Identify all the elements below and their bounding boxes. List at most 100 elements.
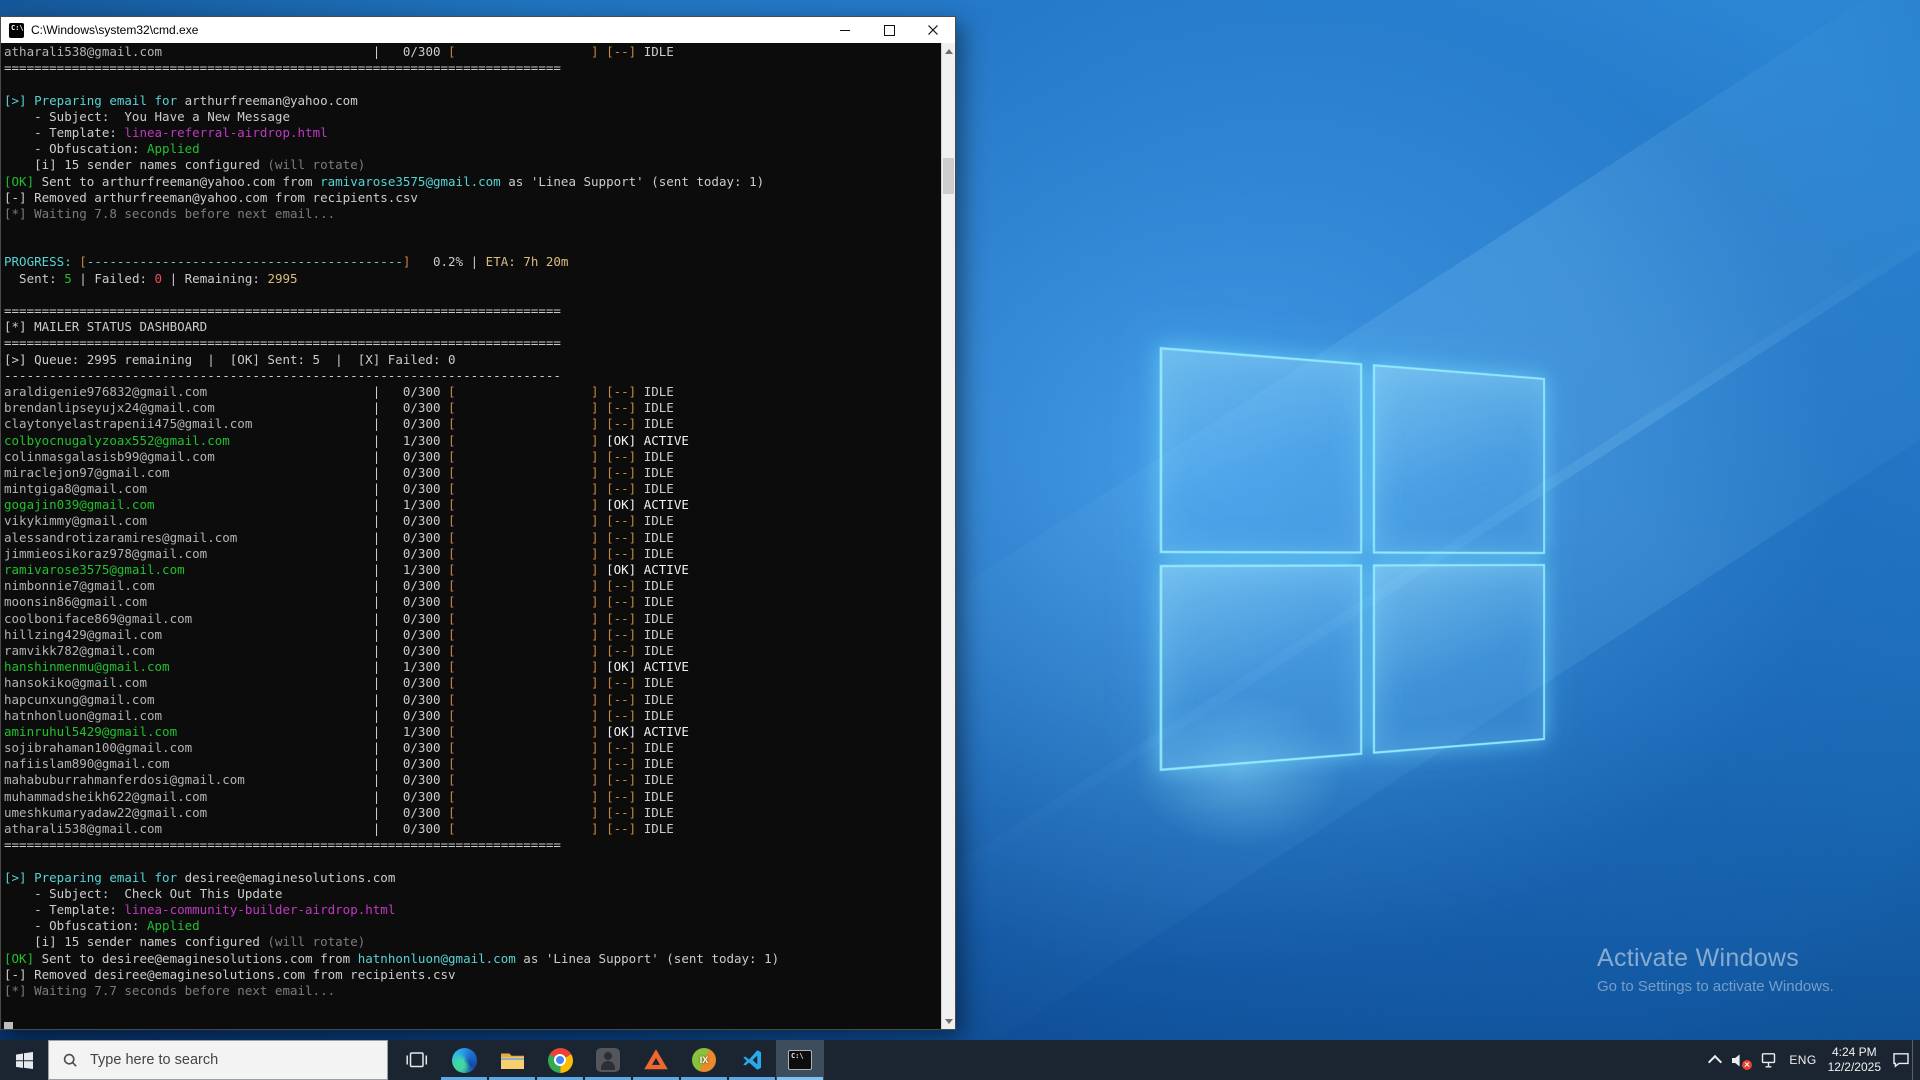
terminal-line <box>4 238 941 254</box>
action-center-button[interactable] <box>1892 1052 1910 1068</box>
terminal-line: alessandrotizaramires@gmail.com | 0/300 … <box>4 530 941 546</box>
terminal-line: mahabuburrahmanferdosi@gmail.com | 0/300… <box>4 772 941 788</box>
terminal-line: ========================================… <box>4 837 941 853</box>
terminal-line: moonsin86@gmail.com | 0/300 [ ] [--] IDL… <box>4 594 941 610</box>
taskbar-item-chrome[interactable] <box>536 1040 584 1080</box>
search-input[interactable]: Type here to search <box>48 1040 388 1080</box>
terminal-line: nafiislam890@gmail.com | 0/300 [ ] [--] … <box>4 756 941 772</box>
maximize-icon <box>884 25 895 36</box>
taskbar-item-cmd-active[interactable]: C:\ <box>776 1040 824 1080</box>
terminal-line: sojibrahaman100@gmail.com | 0/300 [ ] [-… <box>4 740 941 756</box>
windows-logo-pane <box>1160 347 1363 554</box>
terminal-line <box>4 222 941 238</box>
taskbar-item-ix-app[interactable]: IX <box>680 1040 728 1080</box>
taskbar-item-vscode[interactable] <box>728 1040 776 1080</box>
show-desktop-button[interactable] <box>1912 1040 1920 1080</box>
terminal-line: [*] Waiting 7.8 seconds before next emai… <box>4 206 941 222</box>
activate-windows-watermark: Activate Windows Go to Settings to activ… <box>1597 944 1834 995</box>
taskbar-item-file-explorer[interactable] <box>488 1040 536 1080</box>
language-indicator[interactable]: ENG <box>1789 1053 1816 1067</box>
scroll-up-icon <box>945 49 953 54</box>
network-icon <box>1759 1052 1778 1069</box>
terminal-line: ramvikk782@gmail.com | 0/300 [ ] [--] ID… <box>4 643 941 659</box>
terminal-line: ========================================… <box>4 60 941 76</box>
search-placeholder: Type here to search <box>90 1052 218 1068</box>
taskbar: Type here to search <box>0 1040 1920 1080</box>
vscode-icon <box>740 1048 764 1072</box>
start-button[interactable] <box>0 1040 48 1080</box>
terminal-line: colbyocnugalyzoax552@gmail.com | 1/300 [… <box>4 433 941 449</box>
title-bar[interactable]: C:\ C:\Windows\system32\cmd.exe <box>1 17 955 43</box>
terminal-line: nimbonnie7@gmail.com | 0/300 [ ] [--] ID… <box>4 578 941 594</box>
terminal-line: PROGRESS: [-----------------------------… <box>4 254 941 270</box>
terminal-line: - Obfuscation: Applied <box>4 141 941 157</box>
windows-logo-pane <box>1373 564 1545 754</box>
terminal-line: - Obfuscation: Applied <box>4 918 941 934</box>
terminal-line: hanshinmenmu@gmail.com | 1/300 [ ] [OK] … <box>4 659 941 675</box>
terminal-output[interactable]: atharali538@gmail.com | 0/300 [ ] [--] I… <box>1 43 941 1029</box>
hidden-icons-chevron[interactable] <box>1710 1054 1720 1067</box>
terminal-line: coolboniface869@gmail.com | 0/300 [ ] [-… <box>4 611 941 627</box>
terminal-line: hatnhonluon@gmail.com | 0/300 [ ] [--] I… <box>4 708 941 724</box>
clock-time: 4:24 PM <box>1828 1045 1881 1060</box>
taskbar-item-dark-privacy-app[interactable] <box>584 1040 632 1080</box>
terminal-line: ========================================… <box>4 335 941 351</box>
scroll-down-button[interactable] <box>942 1014 955 1028</box>
orange-triangle-icon <box>644 1049 669 1072</box>
terminal-line: [i] 15 sender names configured (will rot… <box>4 934 941 950</box>
terminal-line: hapcunxung@gmail.com | 0/300 [ ] [--] ID… <box>4 692 941 708</box>
action-center-icon <box>1892 1052 1910 1068</box>
maximize-button[interactable] <box>867 17 911 43</box>
windows-logo-pane <box>1373 364 1545 554</box>
terminal-line: [-] Removed arthurfreeman@yahoo.com from… <box>4 190 941 206</box>
terminal-line: [>] Preparing email for desiree@emagines… <box>4 870 941 886</box>
windows-start-icon <box>16 1052 33 1069</box>
terminal-line: ramivarose3575@gmail.com | 1/300 [ ] [OK… <box>4 562 941 578</box>
terminal-line: - Subject: You Have a New Message <box>4 109 941 125</box>
cmd-taskbar-icon: C:\ <box>788 1050 812 1070</box>
windows-logo-pane <box>1160 564 1363 771</box>
mute-badge-icon <box>1742 1060 1752 1070</box>
terminal-line: [>] Queue: 2995 remaining | [OK] Sent: 5… <box>4 352 941 368</box>
terminal-line <box>4 287 941 303</box>
cmd-window: C:\ C:\Windows\system32\cmd.exe atharali… <box>0 16 956 1030</box>
minimize-button[interactable] <box>823 17 867 43</box>
terminal-line: mintgiga8@gmail.com | 0/300 [ ] [--] IDL… <box>4 481 941 497</box>
edge-icon <box>452 1048 477 1073</box>
terminal-line: - Template: linea-referral-airdrop.html <box>4 125 941 141</box>
cmd-icon: C:\ <box>9 23 24 38</box>
chrome-icon <box>548 1048 573 1073</box>
terminal-line: muhammadsheikh622@gmail.com | 0/300 [ ] … <box>4 789 941 805</box>
scrollbar[interactable] <box>941 43 955 1029</box>
terminal-line: [OK] Sent to desiree@emaginesolutions.co… <box>4 951 941 967</box>
terminal-line <box>4 999 941 1015</box>
taskbar-item-orange-triangle-app[interactable] <box>632 1040 680 1080</box>
chevron-up-icon <box>1708 1054 1722 1068</box>
terminal-line: claytonyelastrapenii475@gmail.com | 0/30… <box>4 416 941 432</box>
terminal-line: atharali538@gmail.com | 0/300 [ ] [--] I… <box>4 44 941 60</box>
terminal-line: jimmieosikoraz978@gmail.com | 0/300 [ ] … <box>4 546 941 562</box>
task-view-button[interactable] <box>392 1040 440 1080</box>
terminal-line <box>4 853 941 869</box>
terminal-line: Sent: 5 | Failed: 0 | Remaining: 2995 <box>4 271 941 287</box>
terminal-line: gogajin039@gmail.com | 1/300 [ ] [OK] AC… <box>4 497 941 513</box>
clock[interactable]: 4:24 PM 12/2/2025 <box>1828 1045 1881 1075</box>
cmd-taskbar-glyph: C:\ <box>791 1052 804 1060</box>
network-button[interactable] <box>1759 1052 1778 1069</box>
ix-app-icon: IX <box>692 1048 716 1072</box>
volume-button[interactable] <box>1731 1053 1748 1068</box>
terminal-line: umeshkumaryadaw22@gmail.com | 0/300 [ ] … <box>4 805 941 821</box>
minimize-icon <box>840 30 850 31</box>
terminal-line: [OK] Sent to arthurfreeman@yahoo.com fro… <box>4 174 941 190</box>
watermark-subtitle: Go to Settings to activate Windows. <box>1597 978 1834 995</box>
scrollbar-thumb[interactable] <box>943 158 954 194</box>
terminal-line: [>] Preparing email for arthurfreeman@ya… <box>4 93 941 109</box>
windows-logo <box>1160 347 1545 771</box>
scroll-up-button[interactable] <box>942 44 955 58</box>
taskbar-item-edge[interactable] <box>440 1040 488 1080</box>
terminal-line: - Subject: Check Out This Update <box>4 886 941 902</box>
terminal-line: hillzing429@gmail.com | 0/300 [ ] [--] I… <box>4 627 941 643</box>
terminal-line: hansokiko@gmail.com | 0/300 [ ] [--] IDL… <box>4 675 941 691</box>
close-button[interactable] <box>911 17 955 43</box>
search-icon <box>63 1053 78 1068</box>
